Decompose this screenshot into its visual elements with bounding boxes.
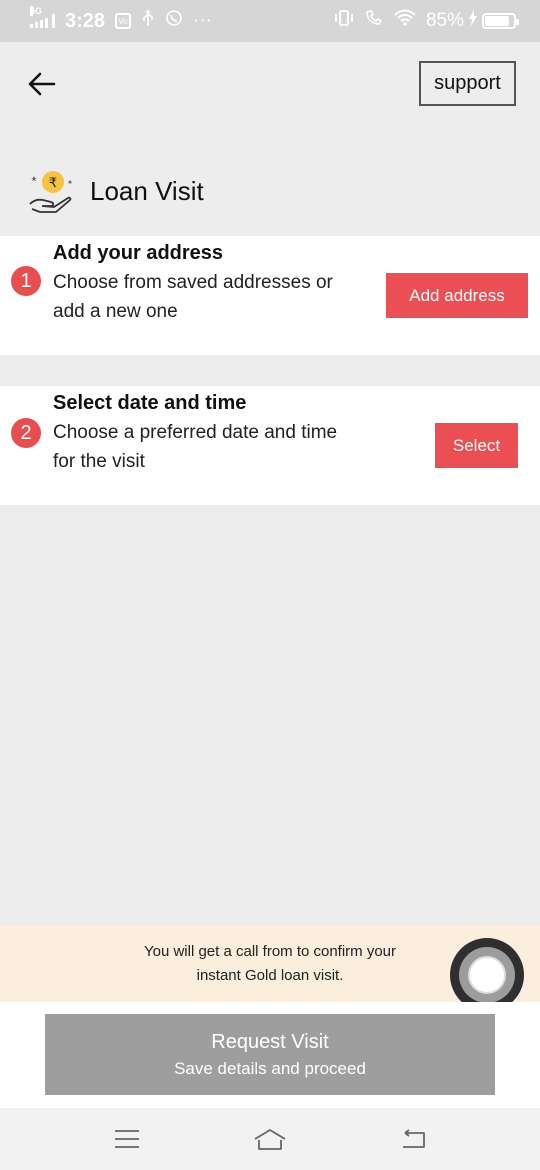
- usb-icon: [141, 9, 155, 33]
- arrow-left-icon: [28, 72, 56, 96]
- page-title: Loan Visit: [90, 175, 204, 206]
- system-nav-bar: [0, 1108, 540, 1170]
- battery: 85%: [425, 10, 519, 32]
- menu-button[interactable]: [107, 1119, 147, 1159]
- volte-icon: Vo: [115, 13, 132, 29]
- more-notifications: ···: [193, 10, 213, 31]
- network-type: 4G: [30, 6, 43, 16]
- home-icon: [254, 1129, 286, 1150]
- battery-percent: 85%: [425, 10, 464, 31]
- request-visit-button[interactable]: Request Visit Save details and proceed: [45, 1014, 495, 1095]
- header: support ₹ Loan Visit: [0, 42, 540, 236]
- wifi-icon: [394, 9, 416, 33]
- step-description: Choose from saved addresses or add a new…: [53, 272, 333, 322]
- vibrate-icon: [334, 9, 354, 33]
- floating-ring: [459, 947, 515, 1003]
- step-card-address: 1 Add your address Choose from saved add…: [0, 236, 540, 355]
- floating-assistive-button[interactable]: [450, 938, 524, 1012]
- signal-icon: 4G: [30, 6, 55, 28]
- back-button[interactable]: [26, 68, 58, 100]
- charging-icon: [468, 10, 478, 32]
- bottom-area: Request Visit Save details and proceed: [0, 1002, 540, 1108]
- status-time: 3:28: [65, 9, 106, 32]
- svg-text:₹: ₹: [49, 176, 57, 191]
- step-number: 2: [11, 418, 41, 448]
- add-address-button[interactable]: Add address: [386, 273, 528, 318]
- status-bar: 4G 3:28 Vo ··· 85%: [0, 0, 540, 42]
- title-row: ₹ Loan Visit: [26, 166, 204, 216]
- step-title: Add your address: [53, 242, 224, 264]
- step-number: 1: [11, 266, 41, 296]
- step-title: Select date and time: [53, 392, 247, 414]
- select-date-time-button[interactable]: Select: [435, 423, 518, 468]
- rupee-coin-hand-icon: ₹: [29, 171, 73, 213]
- step-card-date-time: 2 Select date and time Choose a preferre…: [0, 386, 540, 505]
- request-visit-subtitle: Save details and proceed: [174, 1058, 366, 1078]
- battery-icon: [482, 13, 519, 29]
- back-nav-button[interactable]: [393, 1119, 433, 1159]
- request-visit-title: Request Visit: [211, 1030, 329, 1053]
- step-description: Choose a preferred date and time for the…: [53, 422, 338, 472]
- support-button[interactable]: support: [419, 61, 516, 106]
- home-button[interactable]: [250, 1119, 290, 1159]
- wifi-call-icon: [364, 9, 384, 33]
- back-icon: [403, 1129, 426, 1148]
- menu-icon: [114, 1130, 139, 1148]
- info-banner-text: You will get a call from to confirm your…: [143, 943, 397, 984]
- whatsapp-icon: [165, 9, 183, 33]
- battery-fill: [485, 16, 509, 26]
- status-left: 4G 3:28 Vo ···: [30, 6, 213, 33]
- status-right: 85%: [334, 9, 519, 33]
- floating-inner-circle: [468, 956, 506, 994]
